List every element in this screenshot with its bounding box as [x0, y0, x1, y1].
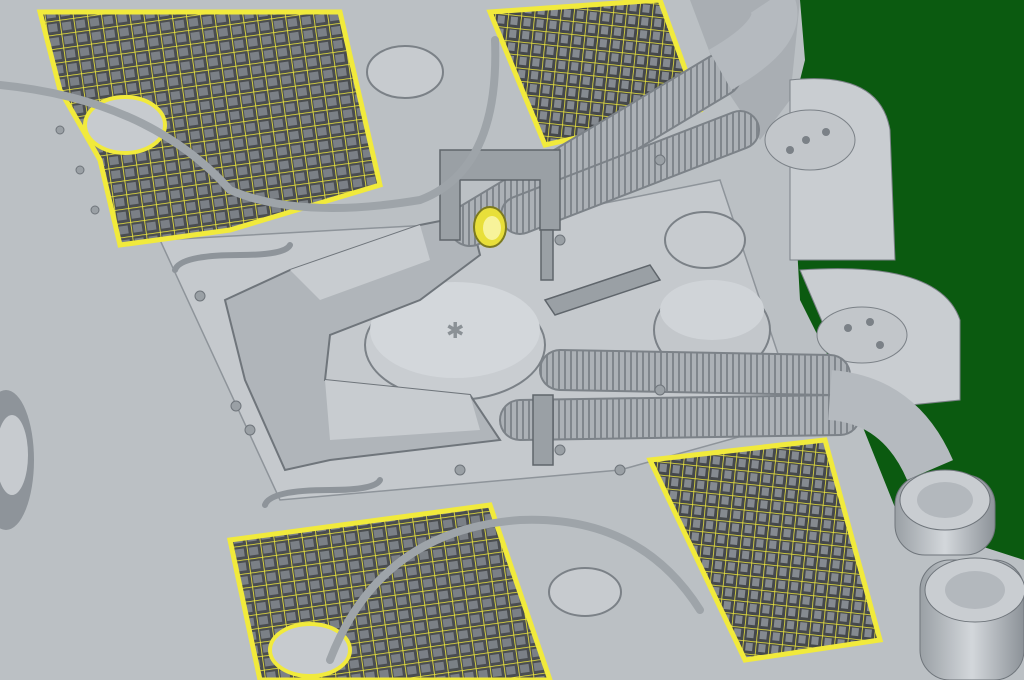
dome-cap-top	[660, 280, 764, 340]
filler-cap-bottom	[548, 567, 622, 617]
fan-star-icon: ✱	[446, 319, 464, 344]
filler-cap-right	[664, 211, 746, 269]
brass-fitting-inner	[483, 216, 501, 240]
model-render: ✱	[0, 0, 1024, 680]
filler-cap-top	[366, 45, 444, 99]
